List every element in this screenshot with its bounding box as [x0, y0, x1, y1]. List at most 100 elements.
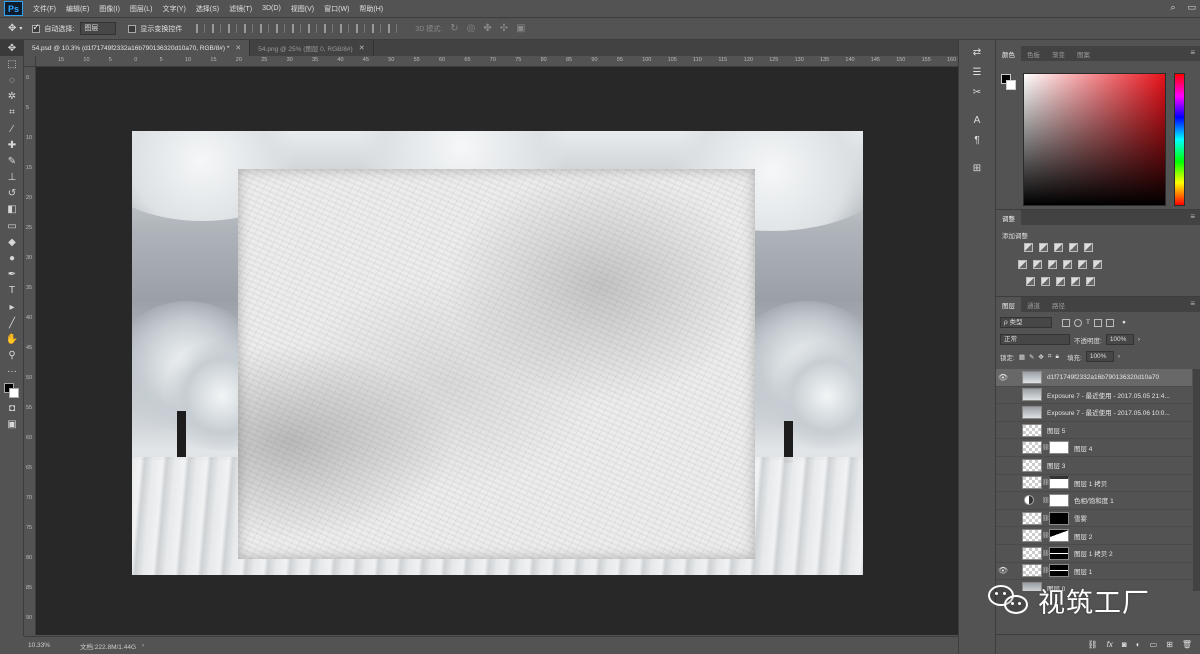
- filter-pixel-icon[interactable]: [1062, 318, 1070, 327]
- tab-patterns[interactable]: 图案: [1071, 46, 1096, 61]
- layer-row[interactable]: ⛓︎ 图层 2: [996, 527, 1192, 545]
- fill-input[interactable]: 100%: [1085, 351, 1114, 362]
- tab-channels[interactable]: 通道: [1021, 297, 1046, 312]
- layer-thumbnail[interactable]: [1022, 423, 1042, 437]
- menu-file[interactable]: 文件(F): [33, 4, 56, 14]
- layer-row[interactable]: 👁︎ ⛓︎ 图层 1: [996, 563, 1192, 581]
- layer-thumbnail[interactable]: [1022, 546, 1042, 560]
- mask-link-icon[interactable]: ⛓︎: [1042, 532, 1050, 539]
- move-tool-icon[interactable]: ✥: [8, 23, 16, 34]
- layer-filter-dropdown[interactable]: ρ 类型: [1000, 317, 1052, 328]
- gradient-tool-icon[interactable]: ▭: [0, 218, 24, 234]
- layer-mask-thumbnail[interactable]: [1049, 493, 1069, 507]
- more-tools-icon[interactable]: ···: [0, 364, 24, 380]
- layer-row[interactable]: 图层 3: [996, 457, 1192, 475]
- visibility-eye-icon[interactable]: 👁︎: [996, 373, 1010, 382]
- layer-thumbnail[interactable]: [1022, 370, 1042, 384]
- filter-shape-icon[interactable]: [1093, 318, 1102, 327]
- document-canvas[interactable]: [132, 131, 863, 575]
- layer-thumbnail[interactable]: [1022, 458, 1042, 472]
- curves-icon[interactable]: [1054, 243, 1063, 252]
- levels-icon[interactable]: [1039, 243, 1048, 252]
- dodge-tool-icon[interactable]: ●: [0, 250, 24, 266]
- selective-color-icon[interactable]: [1086, 277, 1095, 286]
- panel-menu-icon[interactable]: ≡: [1190, 299, 1195, 308]
- menu-select[interactable]: 选择(S): [196, 4, 219, 14]
- roll-3d-icon[interactable]: ◎: [467, 23, 476, 34]
- background-swatch[interactable]: [1006, 80, 1016, 90]
- magic-wand-icon[interactable]: ✲: [0, 89, 24, 105]
- align-hcenter-icon[interactable]: [260, 24, 270, 33]
- marquee-tool-icon[interactable]: ⬚: [0, 56, 24, 72]
- blend-mode-dropdown[interactable]: 正常: [1000, 334, 1070, 345]
- chevron-right-icon[interactable]: ›: [142, 642, 144, 649]
- opacity-input[interactable]: 100%: [1105, 334, 1134, 345]
- delete-layer-icon[interactable]: 🗑︎: [1182, 640, 1192, 649]
- hue-slider[interactable]: [1174, 73, 1185, 206]
- tab-adjustments[interactable]: 调整: [996, 210, 1021, 225]
- align-vcenter-icon[interactable]: [212, 24, 222, 33]
- menu-3d[interactable]: 3D(D): [262, 5, 281, 12]
- menu-layer[interactable]: 图层(L): [130, 4, 153, 14]
- tab-layers[interactable]: 图层: [996, 297, 1021, 312]
- layer-mask-thumbnail[interactable]: [1049, 511, 1069, 525]
- line-tool-icon[interactable]: ╱: [0, 315, 24, 331]
- mask-link-icon[interactable]: ⛓︎: [1042, 550, 1050, 557]
- layer-mask-thumbnail[interactable]: [1049, 441, 1069, 455]
- history-brush-icon[interactable]: ↺: [0, 186, 24, 202]
- lock-position-icon[interactable]: ✥: [1038, 353, 1043, 361]
- lock-artboard-icon[interactable]: ⌗: [1048, 353, 1052, 361]
- brush-tool-icon[interactable]: ✎: [0, 153, 24, 169]
- layer-row[interactable]: 图层 5: [996, 422, 1192, 440]
- exposure-icon[interactable]: [1069, 243, 1078, 252]
- layer-row[interactable]: 👁︎ d1f71749f2332a16b790136320d10a70: [996, 369, 1192, 387]
- distribute-right-icon[interactable]: [372, 24, 382, 33]
- threshold-icon[interactable]: [1056, 277, 1065, 286]
- mask-link-icon[interactable]: ⛓︎: [1042, 497, 1050, 504]
- slide-3d-icon[interactable]: ✣: [500, 23, 508, 34]
- filter-toggle-icon[interactable]: ●: [1122, 319, 1126, 326]
- mask-link-icon[interactable]: ⛓︎: [1042, 479, 1050, 486]
- chevron-down-icon[interactable]: ▾: [19, 25, 22, 32]
- menu-filter[interactable]: 滤镜(T): [229, 4, 252, 14]
- mask-link-icon[interactable]: ⛓︎: [1042, 567, 1050, 574]
- canvas-area[interactable]: [36, 67, 958, 635]
- layer-thumbnail[interactable]: [1022, 476, 1042, 490]
- distribute-top-icon[interactable]: [292, 24, 302, 33]
- close-icon[interactable]: ✕: [359, 44, 365, 52]
- layer-row[interactable]: ⛓︎ 色相/饱和度 1: [996, 492, 1192, 510]
- camera-3d-icon[interactable]: ▣: [516, 23, 525, 34]
- ruler-horizontal[interactable]: 15 10 5 0 5 10 15 20 25 30 35 40 45 50 55 60 65 70 75 80 85 9…: [36, 56, 958, 67]
- brush-panel-icon[interactable]: ✂: [966, 84, 988, 100]
- close-icon[interactable]: ✕: [235, 44, 241, 52]
- distribute-left-icon[interactable]: [340, 24, 350, 33]
- invert-icon[interactable]: [1026, 277, 1035, 286]
- zoom-tool-icon[interactable]: ⚲: [0, 348, 24, 364]
- tab-color[interactable]: 颜色: [996, 46, 1021, 61]
- blur-tool-icon[interactable]: ◆: [0, 234, 24, 250]
- zoom-level[interactable]: 10.33%: [28, 642, 68, 649]
- hue-saturation-icon[interactable]: [1018, 260, 1027, 269]
- photo-filter-icon[interactable]: [1063, 260, 1072, 269]
- layer-style-icon[interactable]: fx: [1107, 640, 1113, 649]
- type-tool-icon[interactable]: T: [0, 283, 24, 299]
- color-balance-icon[interactable]: [1033, 260, 1042, 269]
- new-adjustment-icon[interactable]: ◐: [1136, 640, 1141, 649]
- orbit-3d-icon[interactable]: ↻: [450, 23, 458, 34]
- distribute-vcenter-icon[interactable]: [308, 24, 318, 33]
- layer-row[interactable]: ⛓︎ 图层 4: [996, 439, 1192, 457]
- visibility-eye-icon[interactable]: 👁︎: [996, 566, 1010, 575]
- move-tool-icon[interactable]: ✥: [0, 40, 24, 57]
- mask-link-icon[interactable]: ⛓︎: [1042, 444, 1050, 451]
- new-group-icon[interactable]: ▭: [1150, 640, 1158, 649]
- layer-mask-thumbnail[interactable]: [1049, 564, 1069, 578]
- filter-adjust-icon[interactable]: [1074, 318, 1082, 327]
- layer-mask-thumbnail[interactable]: [1049, 476, 1069, 490]
- texture-layer[interactable]: [238, 169, 755, 559]
- filter-type-icon[interactable]: T: [1086, 319, 1090, 326]
- path-selection-icon[interactable]: ▸: [0, 299, 24, 315]
- channel-mixer-icon[interactable]: [1078, 260, 1087, 269]
- mask-link-icon[interactable]: ⛓︎: [1042, 515, 1050, 522]
- auto-select-checkbox[interactable]: [32, 22, 41, 33]
- layer-list-scrollbar[interactable]: [1193, 369, 1200, 591]
